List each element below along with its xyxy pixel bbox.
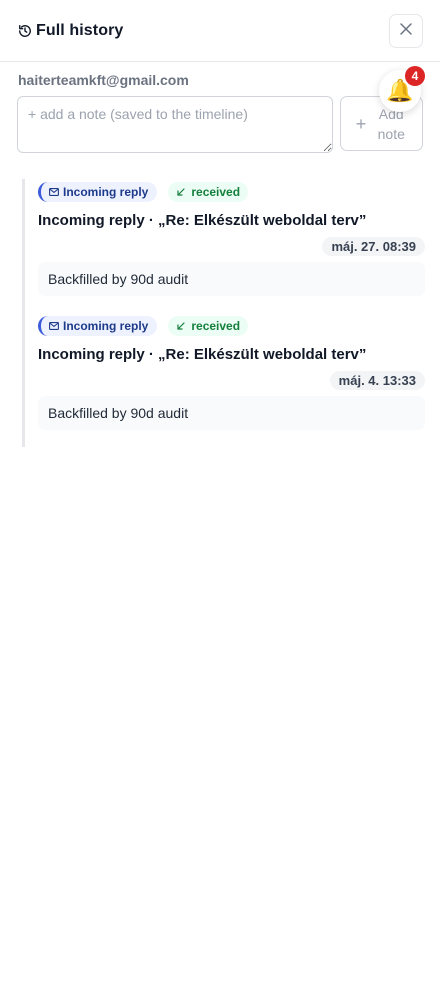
entry-timestamp: máj. 4. 13:33 [329,371,425,390]
panel-title: Full history [36,21,124,39]
panel-header: Full history [0,0,440,62]
entry-title: Incoming reply · „Re: Elkészült weboldal… [38,212,367,229]
note-input[interactable] [17,96,333,153]
contact-email: haiterteamkft@gmail.com [18,72,189,88]
note-composer: + Add note [17,96,423,153]
arrow-down-left-icon [177,185,185,199]
entry-chips: Incoming reply received [38,182,425,202]
timeline-entry: Incoming reply received Incoming reply ·… [38,182,425,296]
type-badge: Incoming reply [38,182,158,202]
entry-body: Backfilled by 90d audit [38,396,425,430]
entry-body: Backfilled by 90d audit [38,262,425,296]
entry-chips: Incoming reply received [38,316,425,336]
history-icon [18,24,32,38]
entry-title: Incoming reply · „Re: Elkészült weboldal… [38,346,367,363]
entry-timestamp: máj. 27. 08:39 [322,237,425,256]
plus-icon: + [355,113,367,134]
mail-icon [49,319,59,333]
notifications-button[interactable]: 🔔 4 [379,66,425,112]
timeline: Incoming reply received Incoming reply ·… [22,179,425,447]
type-badge: Incoming reply [38,316,158,336]
type-badge-label: Incoming reply [63,319,149,333]
status-badge-label: received [191,185,241,199]
close-icon [400,23,412,38]
timeline-entry: Incoming reply received Incoming reply ·… [38,316,425,430]
status-badge: received [168,316,249,336]
notification-count-badge: 4 [405,66,425,86]
arrow-down-left-icon [177,319,185,333]
status-badge-label: received [191,319,241,333]
type-badge-label: Incoming reply [63,185,149,199]
history-panel: Full history haiterteamkft@gmail.com + A… [0,0,440,1000]
status-badge: received [168,182,249,202]
mail-icon [49,185,59,199]
close-button[interactable] [389,13,423,48]
